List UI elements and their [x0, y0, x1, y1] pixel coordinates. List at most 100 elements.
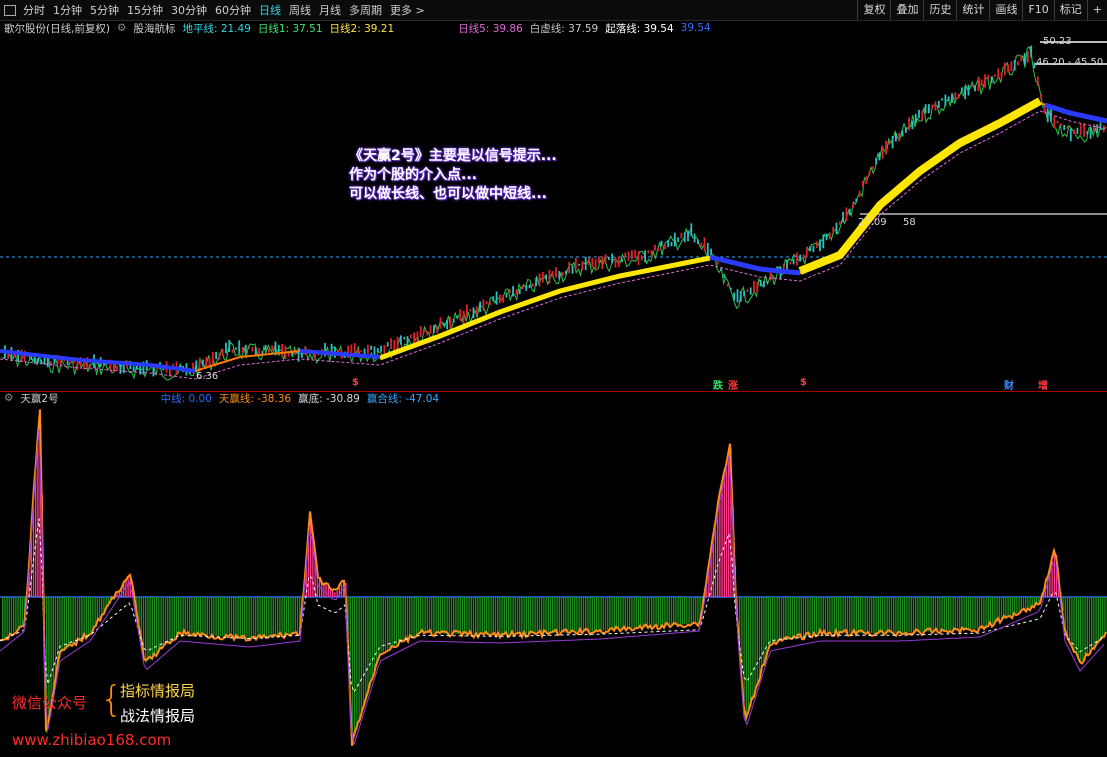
- statistics-button[interactable]: 统计: [956, 0, 989, 20]
- green-bar: [464, 597, 466, 635]
- candle: [37, 358, 39, 363]
- green-bar: [552, 597, 554, 633]
- period-tab-daily[interactable]: 日线: [258, 2, 282, 18]
- green-bar: [182, 597, 184, 634]
- green-bar: [908, 597, 910, 633]
- green-bar: [74, 597, 76, 644]
- green-bar: [191, 597, 193, 634]
- green-bar: [279, 597, 281, 636]
- green-bar: [598, 597, 600, 632]
- window-icon[interactable]: [4, 4, 16, 16]
- green-bar: [512, 597, 514, 635]
- stock-title[interactable]: 歌尔股份(日线,前复权): [4, 21, 110, 36]
- candle: [881, 146, 884, 159]
- green-bar: [842, 597, 844, 633]
- settings-gear-icon[interactable]: ⚙: [117, 22, 126, 34]
- green-bar: [384, 597, 387, 651]
- pink-bar: [127, 576, 129, 597]
- high-price-label: 50.23: [1043, 36, 1072, 47]
- green-bar: [164, 597, 167, 646]
- green-bar: [827, 597, 829, 633]
- green-bar: [580, 597, 582, 632]
- period-tab-fenshi[interactable]: 分时: [22, 2, 46, 18]
- period-tab-30min[interactable]: 30分钟: [170, 2, 208, 18]
- candle: [951, 93, 953, 103]
- period-tab-weekly[interactable]: 周线: [288, 2, 312, 18]
- kline-chart[interactable]: [0, 35, 1107, 391]
- green-bar: [406, 597, 409, 640]
- candle: [829, 232, 831, 239]
- candle: [370, 345, 373, 350]
- green-bar: [965, 597, 967, 630]
- period-tab-multi[interactable]: 多周期: [348, 2, 383, 18]
- green-bar: [1097, 597, 1099, 644]
- green-bar: [602, 597, 604, 631]
- green-bar: [420, 597, 422, 633]
- candle: [357, 348, 359, 354]
- green-bar: [219, 597, 222, 637]
- green-bar: [472, 597, 475, 635]
- green-bar: [1025, 597, 1027, 610]
- green-bar: [899, 597, 901, 633]
- history-button[interactable]: 历史: [923, 0, 956, 20]
- candle: [489, 301, 491, 306]
- period-tab-5min[interactable]: 5分钟: [89, 2, 120, 18]
- event-marker-dividend-2[interactable]: $: [800, 377, 807, 388]
- candle: [901, 130, 904, 137]
- candle: [218, 352, 221, 360]
- overlay-button[interactable]: 叠加: [890, 0, 923, 20]
- green-bar: [897, 597, 899, 633]
- green-bar: [954, 597, 956, 631]
- candle: [848, 208, 851, 216]
- green-bar: [415, 597, 417, 636]
- green-bar: [802, 597, 805, 637]
- green-bar: [380, 597, 382, 653]
- period-tab-monthly[interactable]: 月线: [318, 2, 342, 18]
- f10-button[interactable]: F10: [1022, 0, 1053, 20]
- period-tab-60min[interactable]: 60分钟: [214, 2, 252, 18]
- event-marker-zhang[interactable]: 涨: [728, 377, 738, 392]
- period-tab-15min[interactable]: 15分钟: [126, 2, 164, 18]
- candle: [964, 86, 967, 100]
- candle: [730, 287, 732, 290]
- candle: [875, 157, 877, 165]
- green-bar: [156, 597, 158, 654]
- main-indicator-name[interactable]: 股海航标: [133, 21, 175, 36]
- candle: [904, 127, 907, 133]
- note-line-3: 可以做长线、也可以做中短线...: [349, 186, 547, 202]
- candle: [657, 247, 660, 251]
- green-bar: [697, 597, 699, 624]
- green-bar: [668, 597, 670, 626]
- watermark-url[interactable]: www.zhibiao168.com: [12, 731, 171, 749]
- period-tab-1min[interactable]: 1分钟: [52, 2, 83, 18]
- event-marker-dividend-1[interactable]: $: [352, 377, 359, 388]
- tianying-indicator-chart[interactable]: [0, 403, 1107, 757]
- restore-rights-button[interactable]: 复权: [857, 0, 890, 20]
- candle: [726, 283, 729, 287]
- candle: [409, 334, 412, 339]
- green-bar: [270, 597, 272, 637]
- green-bar: [494, 597, 497, 635]
- green-bar: [180, 597, 182, 633]
- mark-button[interactable]: 标记: [1053, 0, 1087, 20]
- green-bar: [532, 597, 534, 634]
- candle: [878, 152, 881, 161]
- draw-line-button[interactable]: 画线: [989, 0, 1022, 20]
- candle: [858, 190, 861, 197]
- candle: [621, 258, 623, 262]
- period-tab-more[interactable]: 更多 >: [389, 2, 426, 18]
- green-bar: [591, 597, 593, 632]
- event-marker-zeng[interactable]: 增: [1038, 377, 1048, 392]
- add-button[interactable]: +: [1086, 0, 1107, 20]
- green-bar: [402, 597, 404, 642]
- green-bar: [769, 597, 772, 644]
- event-marker-die[interactable]: 跌: [713, 377, 723, 392]
- green-bar: [923, 597, 926, 632]
- green-bar: [873, 597, 875, 633]
- event-marker-cai[interactable]: 财: [1004, 377, 1014, 392]
- candle: [1060, 123, 1062, 127]
- candle: [469, 309, 472, 312]
- green-bar: [574, 597, 576, 632]
- green-bar: [618, 597, 620, 630]
- signal-note: 《天赢2号》主要是以信号提示... 作为个股的介入点... 可以做长线、也可以做…: [349, 147, 557, 204]
